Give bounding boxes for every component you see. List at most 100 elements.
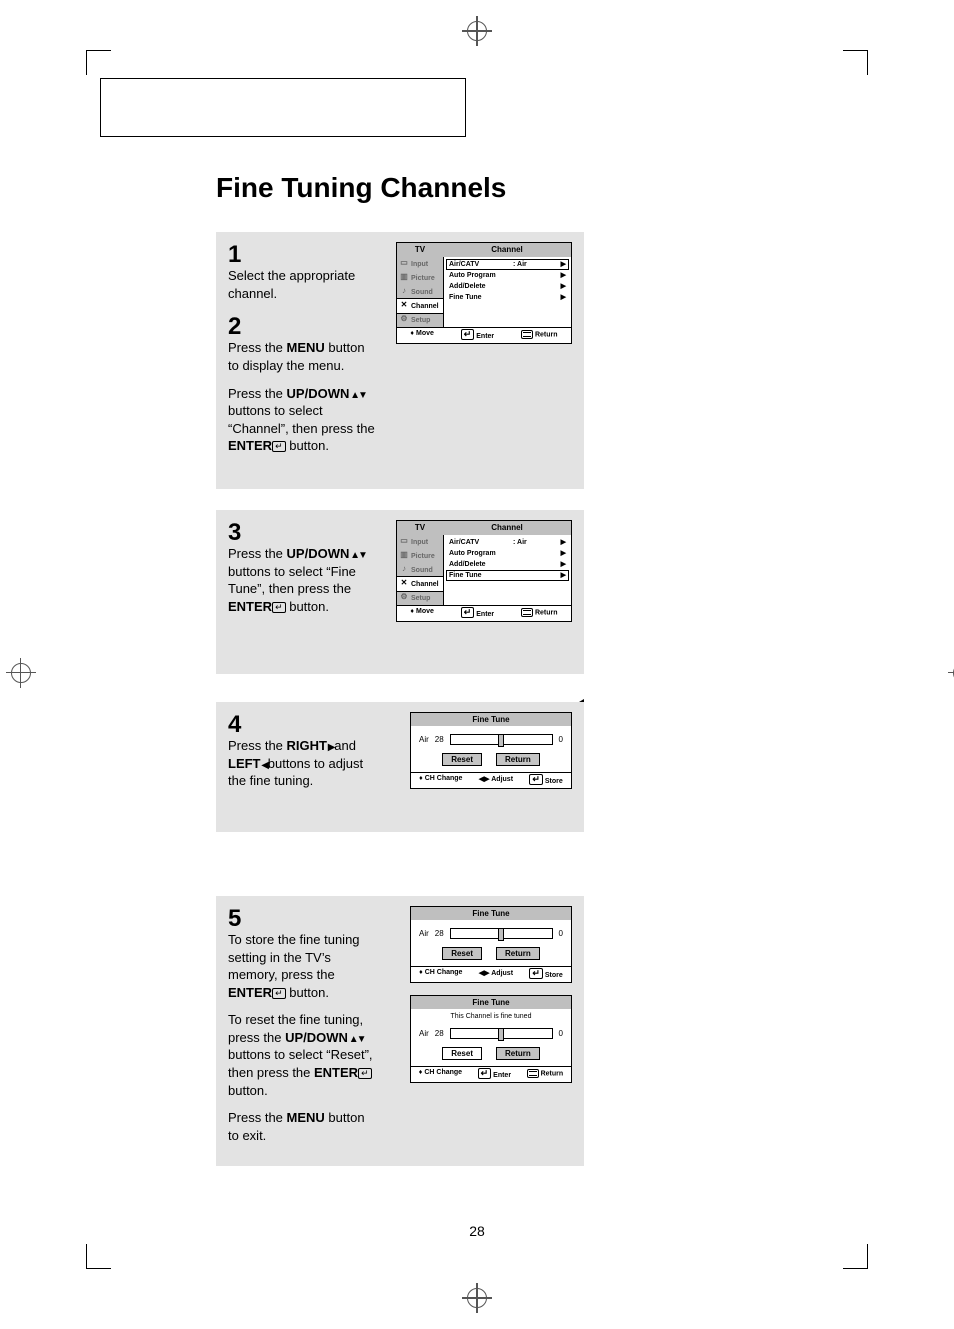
- enter-icon: ↵: [358, 1068, 372, 1079]
- step-number: 5: [228, 906, 378, 931]
- step-block-4: 4 Press the RIGHT ▶ and LEFT ◀ buttons t…: [216, 702, 584, 832]
- osd-side-sound: Sound: [397, 563, 443, 577]
- channel-icon: [399, 579, 409, 589]
- right-triangle-icon: ▶: [561, 550, 566, 557]
- enter-icon: ↵: [272, 602, 286, 613]
- fine-tune-reset-button: Reset: [442, 947, 482, 960]
- osd-channel-menu-a: TV Channel Input Picture Sound Channel S…: [396, 242, 572, 344]
- step-text: Press the UP/DOWN ▲▼ buttons to select “…: [228, 545, 378, 615]
- up-down-icon: ▲▼: [349, 550, 366, 561]
- menu-icon: [527, 1069, 539, 1078]
- menu-icon: [521, 330, 533, 339]
- picture-icon: [399, 273, 409, 283]
- step-text: Press the MENU button to display the men…: [228, 339, 378, 374]
- osd-item-adddelete: Add/Delete▶: [446, 559, 569, 570]
- fine-tune-source: Air: [419, 735, 429, 744]
- channel-icon: [399, 301, 409, 311]
- foot-chchange: ♦ CH Change: [419, 775, 462, 786]
- osd-item-autoprogram: Auto Program▶: [446, 548, 569, 559]
- sound-icon: [399, 565, 409, 575]
- right-triangle-icon: ▶: [561, 294, 566, 301]
- fine-tune-slider: [450, 1028, 553, 1039]
- input-icon: [399, 537, 409, 547]
- page-title: Fine Tuning Channels: [216, 172, 506, 204]
- enter-icon: ↵: [478, 1068, 492, 1079]
- page-number: 28: [0, 1223, 954, 1239]
- header-tab-box: [100, 78, 466, 137]
- osd-side-sound: Sound: [397, 285, 443, 299]
- fine-tune-return-button: Return: [496, 753, 540, 766]
- left-icon: ◀: [261, 760, 268, 771]
- foot-return: Return: [527, 1069, 564, 1080]
- foot-adjust: ◀▶ Adjust: [479, 775, 513, 786]
- step-block-1-2: 1 Select the appropriate channel. 2 Pres…: [216, 232, 584, 489]
- osd-side-input: Input: [397, 535, 443, 549]
- osd-side-input: Input: [397, 257, 443, 271]
- step-block-5: 5 To store the fine tuning setting in th…: [216, 896, 584, 1166]
- osd-foot-move: ♦Move: [410, 608, 433, 619]
- osd-item-finetune: Fine Tune▶: [446, 292, 569, 303]
- fine-tune-title: Fine Tune: [411, 996, 571, 1009]
- picture-icon: [399, 551, 409, 561]
- osd-item-aircatv: Air/CATV: Air▶: [446, 259, 569, 270]
- registration-mark-bottom: [462, 1283, 492, 1313]
- setup-icon: [399, 315, 409, 325]
- fine-tune-channel: 28: [435, 735, 444, 744]
- foot-adjust: ◀▶ Adjust: [479, 969, 513, 980]
- crop-mark: [843, 1244, 868, 1269]
- input-icon: [399, 259, 409, 269]
- fine-tune-slider: [450, 928, 553, 939]
- osd-left-title: TV: [397, 243, 443, 257]
- right-triangle-icon: ▶: [561, 261, 566, 268]
- osd-side-channel: Channel: [396, 298, 444, 314]
- right-triangle-icon: ▶: [561, 272, 566, 279]
- osd-foot-move: ♦Move: [410, 330, 433, 341]
- sound-icon: [399, 287, 409, 297]
- foot-store: ↵ Store: [529, 775, 562, 786]
- osd-item-adddelete: Add/Delete▶: [446, 281, 569, 292]
- right-triangle-icon: ▶: [561, 539, 566, 546]
- step-text: To reset the fine tuning, press the UP/D…: [228, 1011, 378, 1099]
- fine-tune-dialog-c: Fine Tune This Channel is fine tuned Air…: [410, 995, 572, 1083]
- fine-tune-reset-button: Reset: [442, 1047, 482, 1060]
- step-text: Press the RIGHT ▶ and LEFT ◀ buttons to …: [228, 737, 378, 790]
- fine-tune-slider: [450, 734, 553, 745]
- osd-item-finetune: Fine Tune▶: [446, 570, 569, 581]
- foot-chchange: ♦ CH Change: [419, 969, 462, 980]
- fine-tune-title: Fine Tune: [411, 713, 571, 726]
- osd-side-picture: Picture: [397, 549, 443, 563]
- enter-icon: ↵: [529, 968, 543, 979]
- right-triangle-icon: ▶: [561, 572, 566, 579]
- fine-tune-source: Air: [419, 1029, 429, 1038]
- step-text: Select the appropriate channel.: [228, 267, 378, 302]
- osd-left-title: TV: [397, 521, 443, 535]
- crop-mark: [843, 50, 868, 75]
- enter-icon: ↵: [272, 441, 286, 452]
- setup-icon: [399, 593, 409, 603]
- enter-icon: ↵: [461, 329, 475, 340]
- step-number: 1: [228, 242, 378, 267]
- enter-icon: ↵: [461, 607, 475, 618]
- osd-foot-enter: ↵ Enter: [461, 608, 494, 619]
- osd-side-setup: Setup: [397, 591, 443, 605]
- foot-enter: ↵ Enter: [478, 1069, 511, 1080]
- osd-item-autoprogram: Auto Program▶: [446, 270, 569, 281]
- osd-channel-menu-b: TV Channel Input Picture Sound Channel S…: [396, 520, 572, 622]
- up-down-icon: ▲▼: [349, 390, 366, 401]
- osd-foot-return: Return: [521, 330, 558, 341]
- osd-side-setup: Setup: [397, 313, 443, 327]
- foot-chchange: ♦ CH Change: [419, 1069, 462, 1080]
- fine-tune-value: 0: [559, 1029, 563, 1038]
- osd-foot-return: Return: [521, 608, 558, 619]
- osd-side-picture: Picture: [397, 271, 443, 285]
- enter-icon: ↵: [529, 774, 543, 785]
- foot-store: ↵ Store: [529, 969, 562, 980]
- menu-icon: [521, 608, 533, 617]
- fine-tune-return-button: Return: [496, 947, 540, 960]
- fine-tune-dialog-b: Fine Tune Air 28 0 Reset Return ♦ CH Cha…: [410, 906, 572, 983]
- osd-right-title: Channel: [443, 243, 571, 257]
- fine-tune-title: Fine Tune: [411, 907, 571, 920]
- step-text: Press the MENU button to exit.: [228, 1109, 378, 1144]
- fine-tune-note: This Channel is fine tuned: [411, 1009, 571, 1020]
- step-number: 2: [228, 314, 378, 339]
